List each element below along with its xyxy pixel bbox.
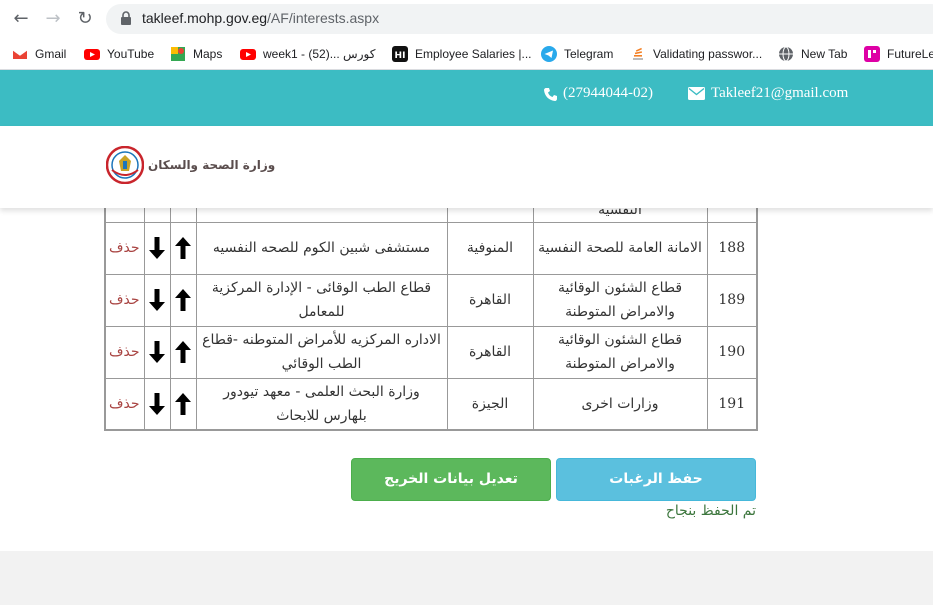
phone-number: (27944044-02) (563, 85, 653, 101)
place-cell: مستشفى شبين الكوم للصحه النفسيه (195, 221, 448, 275)
youtube-icon (84, 49, 100, 60)
entity-cell: قطاع الشئون الوقائية والامراض المتوطنة (532, 273, 708, 327)
browser-toolbar: ← → ↻ takleef.mohp.gov.eg/AF/interests.a… (0, 0, 933, 38)
ministry-seal-icon[interactable] (106, 146, 144, 184)
bookmark-youtube[interactable]: YouTube (84, 44, 154, 64)
entity-cell: قطاع الشئون الوقائية والامراض المتوطنة (532, 325, 708, 379)
hi-icon: HI (392, 46, 408, 62)
bookmark-label: FutureLe (887, 47, 933, 61)
bookmark-label: week1 - كورس ...(52) (263, 47, 376, 61)
youtube-icon (240, 49, 256, 60)
arrow-up-icon (175, 392, 191, 415)
delete-link[interactable]: حذف (109, 240, 140, 256)
save-preferences-button[interactable]: حفظ الرغبات (556, 458, 756, 501)
table-row: 191 وزارات اخرى الجيزة وزارة البحث العلم… (104, 377, 758, 431)
email-contact[interactable]: Takleef21@gmail.com (688, 85, 848, 102)
stack-icon (633, 47, 643, 60)
futurelearn-icon (864, 46, 880, 62)
table-row: 189 قطاع الشئون الوقائية والامراض المتوط… (104, 273, 758, 327)
site-header: وزارة الصحة والسكان (0, 126, 933, 208)
entity-cell: وزارات اخرى (532, 377, 708, 431)
back-arrow-icon[interactable]: ← (10, 8, 32, 30)
arrow-down-icon (149, 237, 165, 259)
governorate-cell: القاهرة (446, 273, 534, 327)
move-up-button[interactable] (169, 273, 197, 327)
table-row: 190 قطاع الشئون الوقائية والامراض المتوط… (104, 325, 758, 379)
place-cell: وزارة البحث العلمى - معهد تيودور بلهارس … (195, 377, 448, 431)
move-up-button[interactable] (169, 221, 197, 275)
delete-cell: حذف (104, 273, 145, 327)
contact-bar: (27944044-02) Takleef21@gmail.com (0, 70, 933, 126)
arrow-up-icon (175, 237, 191, 259)
envelope-icon (688, 87, 705, 100)
move-down-button[interactable] (143, 273, 171, 327)
bookmark-label: Telegram (564, 47, 614, 61)
bookmark-label: Employee Salaries |... (415, 47, 532, 61)
email-address: Takleef21@gmail.com (711, 85, 849, 101)
lock-icon (121, 11, 131, 25)
bookmark-label: Gmail (35, 47, 67, 61)
phone-contact: (27944044-02) (544, 85, 653, 102)
forward-arrow-icon[interactable]: → (42, 8, 64, 30)
governorate-cell: المنوفية (446, 221, 534, 275)
bookmark-telegram[interactable]: Telegram (541, 44, 613, 64)
phone-icon (544, 87, 557, 101)
bookmark-employee-salaries[interactable]: HI Employee Salaries |... (392, 44, 532, 64)
url-text: takleef.mohp.gov.eg/AF/interests.aspx (142, 10, 379, 26)
table-row: 188 الامانة العامة للصحة النفسية المنوفي… (104, 221, 758, 275)
delete-cell: حذف (104, 325, 145, 379)
row-number: 188 (706, 221, 758, 275)
delete-link[interactable]: حذف (109, 292, 140, 308)
ministry-name: وزارة الصحة والسكان (148, 158, 276, 172)
bookmark-gmail[interactable]: Gmail (12, 44, 66, 64)
move-down-button[interactable] (143, 325, 171, 379)
arrow-up-icon (175, 289, 191, 311)
url-host: takleef.mohp.gov.eg (142, 10, 268, 26)
arrow-down-icon (149, 289, 165, 311)
telegram-icon (541, 46, 557, 62)
delete-cell: حذف (104, 221, 145, 275)
governorate-cell: الجيزة (446, 377, 534, 431)
success-message: تم الحفظ بنجاح (665, 503, 756, 519)
place-cell: الاداره المركزيه للأمراض المتوطنه -قطاع … (195, 325, 448, 379)
maps-icon (171, 47, 185, 61)
governorate-cell: القاهرة (446, 325, 534, 379)
bookmark-validating-password[interactable]: Validating passwor... (630, 44, 762, 64)
move-up-button[interactable] (169, 377, 197, 431)
bookmark-futurelearn[interactable]: FutureLe (864, 44, 933, 64)
address-bar[interactable]: takleef.mohp.gov.eg/AF/interests.aspx (106, 4, 933, 34)
place-cell: قطاع الطب الوقائى - الإدارة المركزية للم… (195, 273, 448, 327)
bookmark-week1[interactable]: week1 - كورس ...(52) (240, 44, 375, 64)
arrow-down-icon (149, 341, 165, 363)
arrow-down-icon (149, 392, 165, 415)
bookmark-label: Maps (193, 47, 223, 61)
move-down-button[interactable] (143, 377, 171, 431)
bookmark-label: Validating passwor... (653, 47, 763, 61)
row-number: 190 (706, 325, 758, 379)
row-number: 191 (706, 377, 758, 431)
gmail-icon (12, 49, 28, 59)
move-up-button[interactable] (169, 325, 197, 379)
bookmark-label: New Tab (801, 47, 848, 61)
delete-cell: حذف (104, 377, 145, 431)
edit-graduate-data-button[interactable]: تعديل بيانات الخريج (351, 458, 551, 501)
arrow-up-icon (175, 341, 191, 363)
globe-icon (779, 46, 793, 62)
move-down-button[interactable] (143, 221, 171, 275)
bookmarks-bar: Gmail YouTube Maps week1 - كورس ...(52) … (0, 38, 933, 70)
bookmark-new-tab[interactable]: New Tab (778, 44, 847, 64)
bookmark-maps[interactable]: Maps (170, 44, 222, 64)
bookmark-label: YouTube (107, 47, 155, 61)
reload-icon[interactable]: ↻ (74, 8, 96, 30)
delete-link[interactable]: حذف (109, 396, 140, 412)
entity-cell: الامانة العامة للصحة النفسية (532, 221, 708, 275)
url-path: /AF/interests.aspx (267, 10, 380, 26)
preferences-table: النفسية 188 الامانة العامة للصحة النفسية… (104, 191, 758, 431)
delete-link[interactable]: حذف (109, 344, 140, 360)
row-number: 189 (706, 273, 758, 327)
svg-text:HI: HI (395, 51, 406, 61)
